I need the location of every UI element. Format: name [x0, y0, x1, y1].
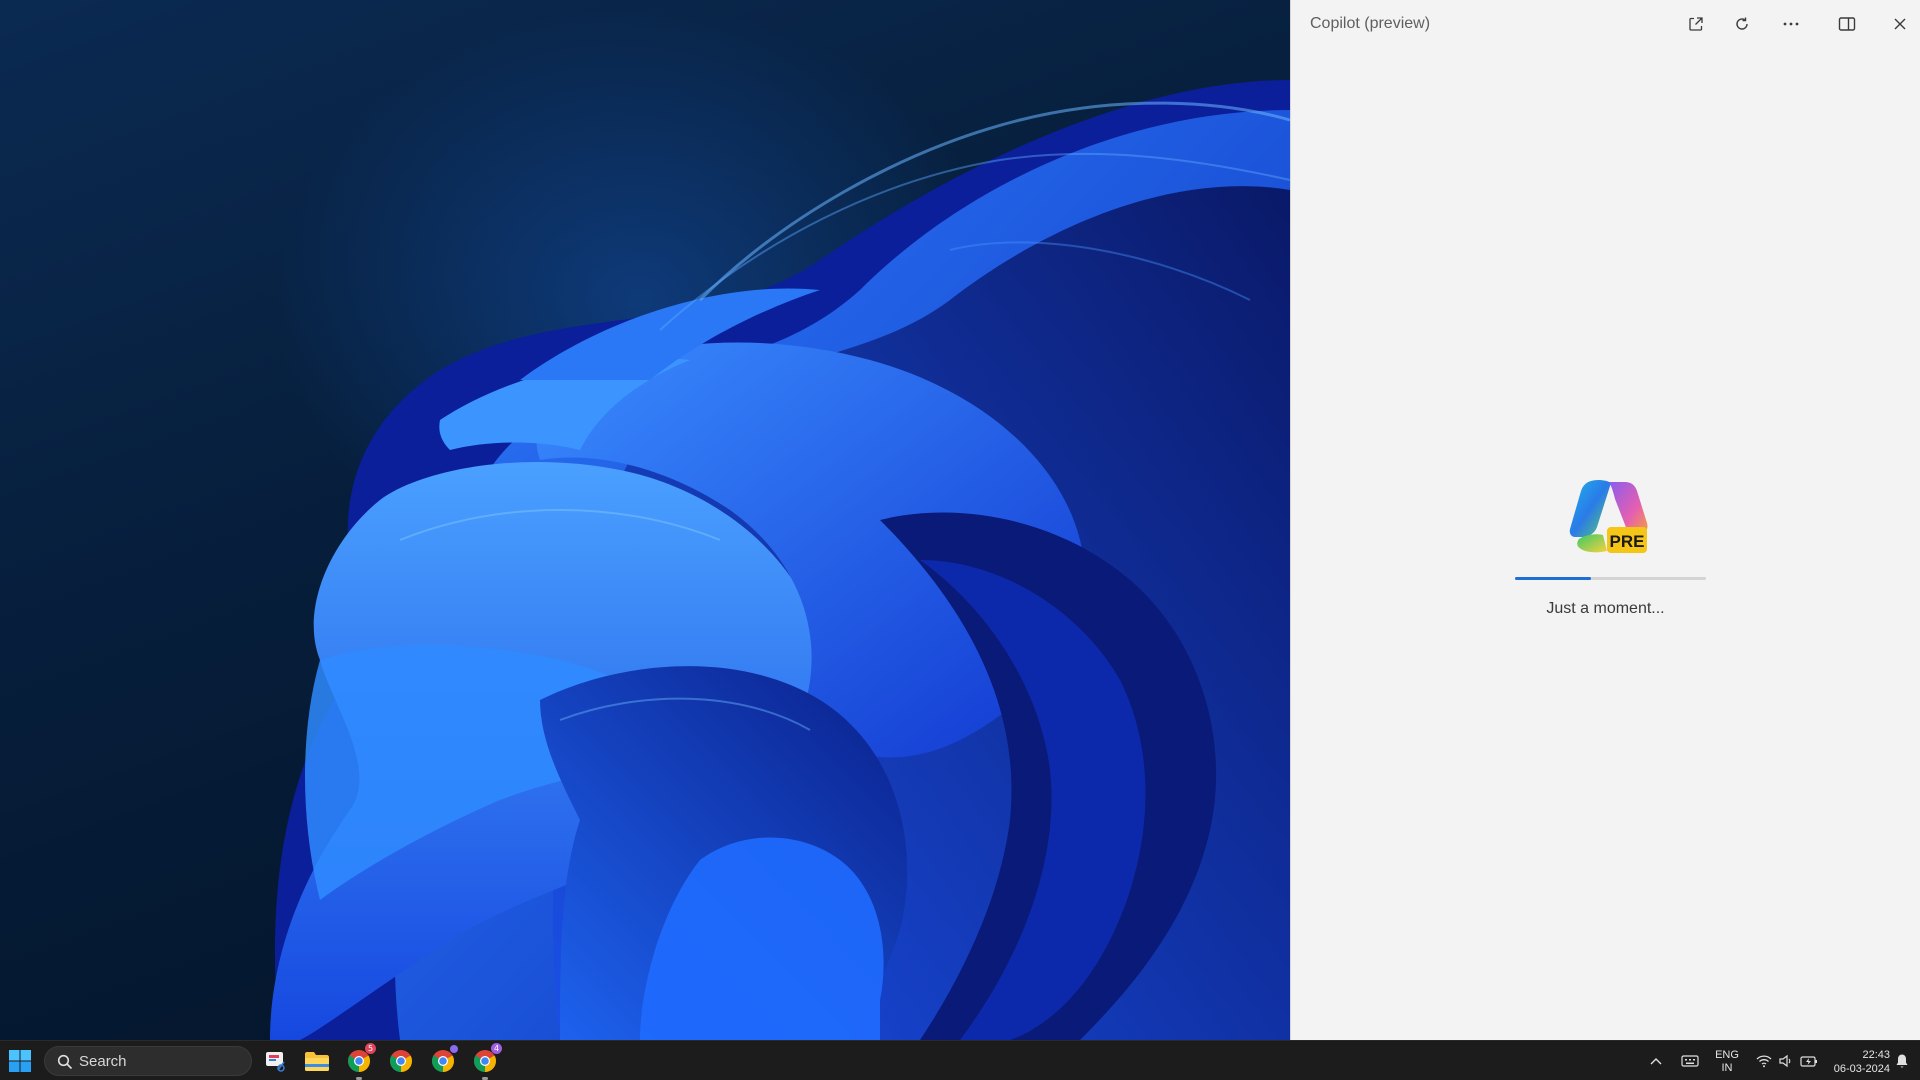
taskbar-app-snipping-tool[interactable] [262, 1047, 290, 1075]
desktop-wallpaper [0, 0, 1290, 1040]
language-code: ENG [1715, 1049, 1739, 1061]
copilot-logo-badge: PRE [1610, 532, 1645, 551]
start-button[interactable] [8, 1049, 32, 1073]
bloom-wallpaper-art [270, 80, 1290, 1040]
show-hidden-icons-button[interactable] [1648, 1049, 1664, 1073]
input-language-indicator[interactable]: ENG IN [1714, 1049, 1740, 1075]
touch-keyboard-button[interactable] [1680, 1049, 1700, 1073]
wifi-icon [1756, 1055, 1772, 1068]
search-label: Search [79, 1053, 127, 1070]
taskbar-app-file-explorer[interactable] [303, 1047, 331, 1075]
clock-date: 06-03-2024 [1833, 1063, 1890, 1075]
copilot-panel: Copilot (preview) PRE Just a moment... [1290, 0, 1920, 1040]
loading-progress-fill [1515, 577, 1592, 580]
external-link-icon [1689, 17, 1703, 31]
clock-time: 22:43 [1862, 1049, 1890, 1061]
taskbar-app-chrome-2[interactable] [387, 1047, 415, 1075]
region-code: IN [1721, 1062, 1733, 1074]
profile-avatar-dot [450, 1045, 458, 1053]
copilot-titlebar: Copilot (preview) [1291, 0, 1920, 48]
folder-icon [305, 1052, 329, 1071]
more-options-icon [1783, 22, 1799, 26]
battery-charging-icon [1800, 1056, 1817, 1067]
bell-icon [1896, 1054, 1908, 1068]
taskbar-clock[interactable]: 22:43 06-03-2024 [1826, 1048, 1890, 1076]
copilot-logo-icon: PRE [1569, 479, 1648, 553]
quick-settings-button[interactable] [1752, 1049, 1822, 1073]
refresh-button[interactable] [1727, 10, 1757, 38]
search-icon [57, 1054, 73, 1070]
chevron-up-icon [1650, 1058, 1662, 1065]
notification-badge: 5 [365, 1043, 376, 1054]
notification-badge: 4 [491, 1043, 502, 1054]
taskbar: Search 5 4 ENG IN 22:43 06-03-2024 [0, 1040, 1920, 1080]
refresh-icon [1736, 17, 1748, 30]
taskbar-app-chrome-1[interactable]: 5 [345, 1043, 376, 1080]
taskbar-app-chrome-3[interactable] [429, 1045, 458, 1075]
loading-message: Just a moment... [1546, 600, 1665, 617]
open-in-browser-button[interactable] [1681, 10, 1711, 38]
windows-logo-icon [9, 1050, 31, 1072]
keyboard-icon [1681, 1055, 1699, 1067]
snipping-tool-icon [266, 1052, 285, 1072]
chrome-icon [390, 1050, 412, 1072]
close-icon [1894, 18, 1906, 30]
taskbar-app-chrome-4[interactable]: 4 [471, 1043, 502, 1080]
close-button[interactable] [1885, 10, 1915, 38]
notifications-button[interactable] [1894, 1049, 1910, 1073]
taskbar-search[interactable]: Search [44, 1046, 252, 1076]
more-options-button[interactable] [1776, 10, 1806, 38]
dock-side-button[interactable] [1832, 10, 1862, 38]
volume-icon [1779, 1054, 1791, 1068]
dock-side-icon [1838, 17, 1856, 31]
loading-progress-bar [1515, 577, 1706, 580]
copilot-title: Copilot (preview) [1310, 15, 1431, 32]
